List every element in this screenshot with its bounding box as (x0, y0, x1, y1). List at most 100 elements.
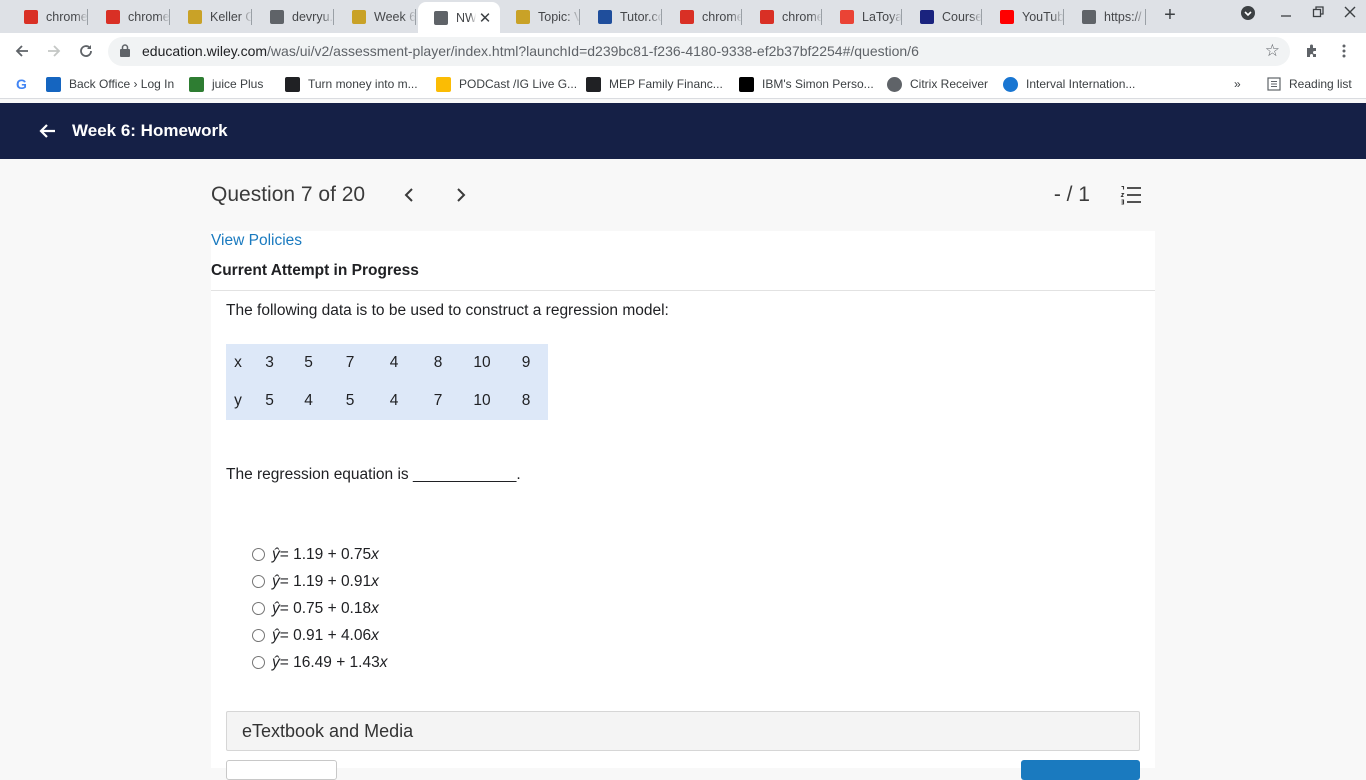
option-var: x (371, 626, 379, 644)
answer-option[interactable]: ŷ = 1.19 + 0.75 x (252, 541, 387, 568)
url-text[interactable]: education.wiley.com/was/ui/v2/assessment… (142, 43, 919, 59)
globe-icon (1082, 10, 1096, 24)
previous-question-icon[interactable] (399, 184, 419, 206)
browser-tab[interactable]: chrome (8, 4, 88, 30)
tab-search-icon[interactable] (1236, 5, 1260, 25)
option-var: x (371, 572, 379, 590)
next-question-icon[interactable] (451, 184, 471, 206)
browser-tab[interactable]: LaToya (824, 4, 902, 30)
browser-tab[interactable]: Week 6 (336, 4, 416, 30)
gmail-icon (840, 10, 854, 24)
new-tab-button[interactable]: + (1158, 4, 1182, 27)
bookmark-item[interactable]: Turn money into m... (285, 75, 418, 93)
tab-separator (169, 9, 170, 25)
browser-toolbar: education.wiley.com/was/ui/v2/assessment… (0, 33, 1366, 69)
bookmark-item[interactable]: G (14, 75, 37, 93)
radio-button[interactable] (252, 602, 265, 615)
forward-icon[interactable] (42, 40, 66, 62)
answer-option[interactable]: ŷ = 0.91 + 4.06 x (252, 622, 387, 649)
radio-button[interactable] (252, 575, 265, 588)
reload-icon[interactable] (74, 40, 98, 62)
red-badge-icon (760, 10, 774, 24)
table-cell: 10 (473, 392, 491, 409)
browser-tab[interactable]: Keller G (172, 4, 252, 30)
radio-button[interactable] (252, 548, 265, 561)
bookmark-item[interactable]: juice Plus (189, 75, 263, 93)
etextbook-media-section[interactable]: eTextbook and Media (226, 711, 1140, 751)
table-cell: 4 (389, 392, 399, 409)
menu-kebab-icon[interactable] (1332, 40, 1356, 62)
globe-icon (270, 10, 284, 24)
table-cell: 3 (265, 354, 274, 371)
tab-separator (1145, 9, 1146, 25)
browser-tab[interactable]: devryu. (254, 4, 334, 30)
question-prompt: The following data is to be used to cons… (226, 302, 669, 319)
radio-button[interactable] (252, 656, 265, 669)
extensions-icon[interactable] (1300, 40, 1324, 62)
back-arrow-icon[interactable] (36, 119, 60, 143)
question-list-icon[interactable] (1120, 185, 1142, 210)
bookmark-label: juice Plus (212, 77, 264, 91)
browser-tab[interactable]: Topic: V (500, 4, 580, 30)
table-row-label: y (234, 392, 242, 409)
table-cell: 4 (304, 392, 313, 409)
browser-tab[interactable]: chrome (744, 4, 822, 30)
browser-tab[interactable]: Tutor.co (582, 4, 662, 30)
tab-title: Week 6 (374, 10, 416, 24)
question-nav: Question 7 of 20 - / 1 (0, 159, 1366, 231)
youtube-icon (1000, 10, 1014, 24)
shield-icon (352, 10, 366, 24)
tab-title: chrome (702, 10, 742, 24)
browser-tab[interactable]: https:// (1066, 4, 1146, 30)
question-counter: Question 7 of 20 (211, 183, 366, 206)
etextbook-media-label: eTextbook and Media (242, 721, 414, 741)
bookmark-label: MEP Family Financ... (609, 77, 723, 91)
mep-icon (586, 76, 601, 92)
radio-button[interactable] (252, 629, 265, 642)
browser-tab[interactable]: NW ✕ (418, 2, 500, 33)
citrix-icon (887, 76, 902, 92)
tab-separator (981, 9, 982, 25)
bookmarks-overflow-button[interactable]: » (1234, 75, 1241, 93)
tab-separator (1063, 9, 1064, 25)
browser-tab[interactable]: chrome (664, 4, 742, 30)
bookmark-item[interactable]: PODCast /IG Live G... (436, 75, 577, 93)
shield-dark-icon (285, 76, 300, 92)
tab-separator (901, 9, 902, 25)
table-cell: 10 (473, 354, 491, 371)
back-icon[interactable] (10, 40, 34, 62)
option-lhs: ŷ (272, 626, 280, 644)
answer-option[interactable]: ŷ = 16.49 + 1.43 x (252, 649, 387, 676)
bookmark-item[interactable]: Back Office › Log In (46, 75, 174, 93)
reading-list-button[interactable]: Reading list (1266, 75, 1352, 93)
tab-title: chrome (782, 10, 822, 24)
answer-option[interactable]: ŷ = 1.19 + 0.91 x (252, 568, 387, 595)
browser-tab[interactable]: Course (904, 4, 982, 30)
reading-list-icon (1266, 77, 1281, 92)
close-window-icon[interactable] (1338, 5, 1362, 23)
primary-button[interactable] (1021, 760, 1140, 780)
restore-icon[interactable] (1306, 5, 1330, 23)
bookmark-label: PODCast /IG Live G... (459, 77, 578, 91)
answer-option[interactable]: ŷ = 0.75 + 0.18 x (252, 595, 387, 622)
browser-tab[interactable]: YouTub (984, 4, 1064, 30)
address-bar[interactable]: education.wiley.com/was/ui/v2/assessment… (108, 37, 1290, 66)
red-badge-icon (24, 10, 38, 24)
view-policies-link[interactable]: View Policies (211, 232, 302, 250)
bookmark-item[interactable]: Interval Internation... (1003, 75, 1135, 93)
secondary-button[interactable] (226, 760, 337, 780)
bookmark-star-icon[interactable]: ☆ (1265, 41, 1280, 61)
tab-title: chrome (128, 10, 170, 24)
bookmark-item[interactable]: MEP Family Financ... (586, 75, 723, 93)
option-lhs: ŷ (272, 572, 280, 590)
browser-tab[interactable]: chrome (90, 4, 170, 30)
lock-icon[interactable] (120, 44, 130, 57)
option-var: x (379, 653, 388, 671)
table-cell: 8 (521, 392, 531, 409)
bookmark-item[interactable]: Citrix Receiver (887, 75, 988, 93)
option-var: x (371, 599, 379, 617)
close-tab-icon[interactable]: ✕ (476, 9, 494, 27)
grid-icon (46, 76, 61, 92)
bookmark-item[interactable]: IBM's Simon Perso... (739, 75, 874, 93)
minimize-icon[interactable] (1274, 5, 1298, 23)
